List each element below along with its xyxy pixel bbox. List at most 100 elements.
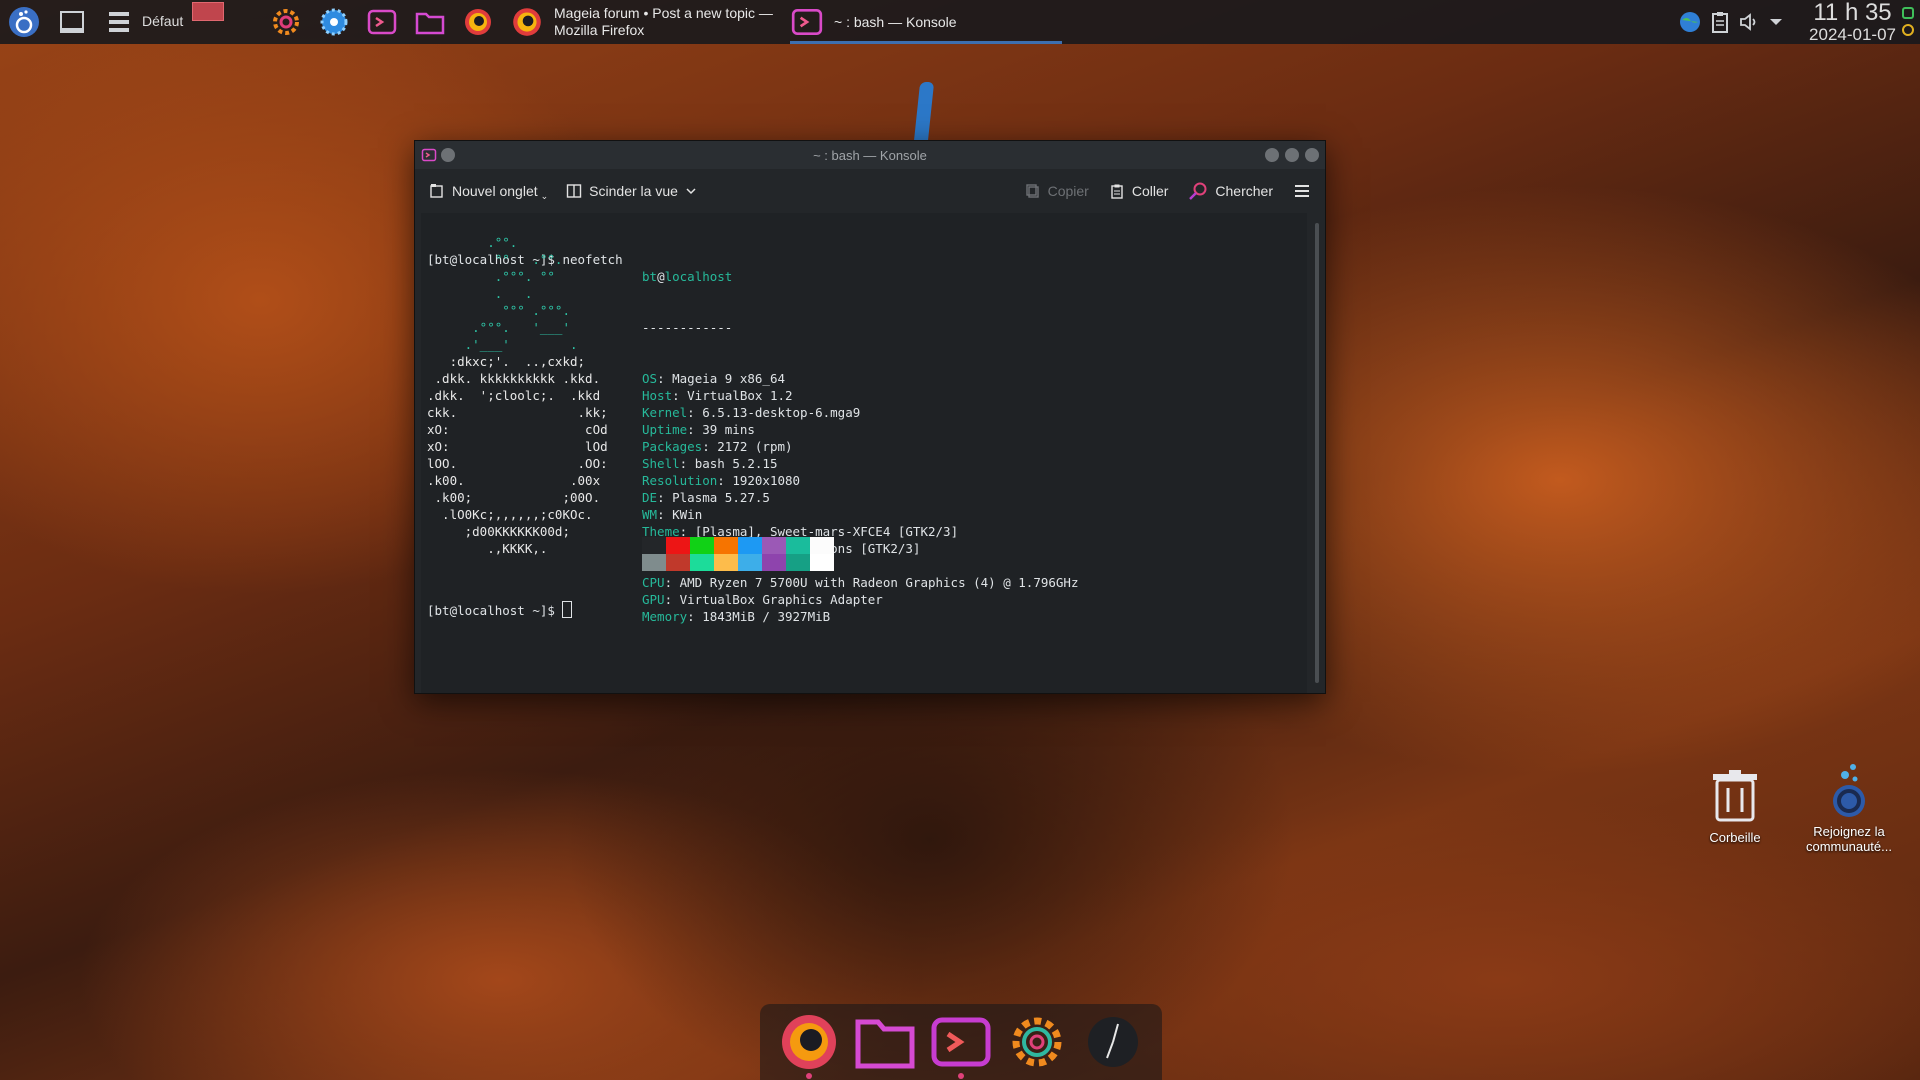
firefox-icon — [465, 9, 491, 35]
color-swatch — [666, 537, 690, 571]
paste-button[interactable]: Coller — [1109, 183, 1168, 199]
show-desktop-icon — [60, 11, 84, 33]
new-tab-menu-arrow-icon: ⌄ — [540, 190, 549, 201]
color-swatch-bright — [666, 554, 690, 571]
color-swatch-normal — [690, 537, 714, 554]
search-button[interactable]: Chercher — [1188, 181, 1273, 201]
neofetch-user-host: bt@localhost — [642, 269, 733, 284]
copy-label: Copier — [1047, 183, 1089, 199]
color-swatch-normal — [786, 537, 810, 554]
network-globe-icon — [1680, 12, 1700, 32]
color-swatch-normal — [666, 537, 690, 554]
color-swatch — [810, 537, 834, 571]
tray-volume[interactable] — [1738, 10, 1762, 34]
activities-icon — [109, 12, 129, 32]
minimize-button[interactable] — [1265, 148, 1279, 162]
ascii-art-line: .lO0Kc;,,,,,,;c0KOc. — [427, 507, 623, 522]
color-swatch-bright — [738, 554, 762, 571]
split-view-button[interactable]: Scinder la vue — [566, 183, 697, 199]
clipboard-icon — [1712, 12, 1728, 33]
neofetch-user: bt — [642, 269, 658, 284]
paste-clipboard-icon — [1111, 184, 1123, 199]
terminal-view[interactable]: [bt@localhost ~]$ neofetch .°°. °° .°°. … — [421, 213, 1307, 693]
ascii-art-line: :dkxc;'. ..,cxkd; — [427, 354, 623, 369]
neofetch-info-key: Packages — [642, 439, 703, 454]
color-swatch — [738, 537, 762, 571]
neofetch-info-row: Uptime: 39 mins — [642, 421, 1079, 438]
window-titlebar[interactable]: ~ : bash — Konsole — [415, 141, 1325, 169]
firefox-icon — [782, 1015, 836, 1069]
ascii-art-line: .k00. .00x — [427, 473, 623, 488]
activity-switcher-button[interactable] — [106, 8, 132, 36]
color-swatch-bright — [642, 554, 666, 571]
ascii-art-line: .°°°. °° — [427, 269, 623, 284]
new-tab-label: Nouvel onglet — [452, 183, 538, 199]
neofetch-info-key: Kernel — [642, 405, 688, 420]
pinned-discover[interactable] — [318, 6, 350, 38]
konsole-icon — [367, 9, 397, 35]
mageia-launcher-icon — [9, 7, 39, 37]
neofetch-info-key: OS — [642, 371, 658, 386]
ascii-art-line: °°° .°°°. — [427, 303, 623, 318]
ascii-art-line: .,KKKK,. — [427, 541, 623, 556]
pinned-konsole[interactable] — [366, 6, 398, 38]
neofetch-info-key: Host — [642, 388, 673, 403]
pinned-dolphin[interactable] — [414, 6, 446, 38]
application-launcher-button[interactable] — [8, 6, 40, 38]
neofetch-info-value: : 39 mins — [687, 422, 755, 437]
pinned-firefox[interactable] — [462, 6, 494, 38]
neofetch-info-row: Shell: bash 5.2.15 — [642, 455, 1079, 472]
ascii-art-line: ;d00KKKKKK00d; — [427, 524, 623, 539]
new-tab-button[interactable]: Nouvel onglet ⌄ — [429, 181, 548, 202]
update-notifier-icon — [1902, 7, 1914, 36]
task-firefox-title: Mageia forum • Post a new topic — Mozill… — [554, 5, 773, 39]
desktop-icon-community-label-line2: communauté... — [1806, 839, 1892, 854]
dock-running-indicator — [958, 1073, 964, 1079]
trash-icon — [1713, 770, 1757, 822]
task-firefox[interactable]: Mageia forum • Post a new topic — Mozill… — [510, 0, 780, 44]
neofetch-info-value: : VirtualBox 1.2 — [672, 388, 793, 403]
color-swatch — [642, 537, 666, 571]
desktop-icon-trash[interactable]: Corbeille — [1680, 766, 1790, 845]
desktop-icon-community[interactable]: Rejoignez la communauté... — [1794, 760, 1904, 854]
color-swatch-normal — [642, 537, 666, 554]
color-swatch-normal — [810, 537, 834, 554]
neofetch-info-value: : 1843MiB / 3927MiB — [687, 609, 831, 624]
neofetch-info-row: Host: VirtualBox 1.2 — [642, 387, 1079, 404]
ascii-art-line: .°°. — [427, 235, 623, 250]
settings-gear-orange-icon — [273, 9, 299, 35]
maximize-button[interactable] — [1285, 148, 1299, 162]
terminal-scrollbar[interactable] — [1315, 223, 1319, 683]
dock-settings[interactable] — [1006, 1011, 1068, 1073]
clock-icon — [1088, 1017, 1138, 1067]
tray-updates[interactable] — [1900, 4, 1916, 40]
neofetch-info-key: Uptime — [642, 422, 688, 437]
tray-network[interactable] — [1678, 10, 1702, 34]
neofetch-ascii-logo: .°°. °° .°°. .°°°. °° . . °°° .°°°. .°°°… — [427, 234, 623, 557]
dock-clock[interactable] — [1082, 1011, 1144, 1073]
konsole-window: ~ : bash — Konsole Nouvel onglet ⌄ Scind… — [414, 140, 1326, 694]
neofetch-info-value: : 2172 (rpm) — [702, 439, 793, 454]
tray-expander[interactable] — [1768, 12, 1784, 32]
show-desktop-button[interactable] — [58, 8, 86, 36]
color-swatch-bright — [786, 554, 810, 571]
neofetch-info-row: Kernel: 6.5.13-desktop-6.mga9 — [642, 404, 1079, 421]
tray-clipboard[interactable] — [1710, 10, 1730, 34]
digital-clock[interactable]: 11 h 35 2024-01-07 — [1809, 0, 1896, 44]
dock-konsole[interactable] — [930, 1011, 992, 1079]
task-konsole-title: ~ : bash — Konsole — [834, 14, 957, 30]
pager-desktop-thumbnail[interactable] — [192, 2, 224, 21]
activity-name-label: Défaut — [142, 13, 184, 29]
neofetch-info-key: WM — [642, 507, 658, 522]
dock-firefox[interactable] — [778, 1011, 840, 1079]
dock-file-manager[interactable] — [854, 1011, 916, 1073]
pinned-system-settings[interactable] — [270, 6, 302, 38]
close-button[interactable] — [1305, 148, 1319, 162]
volume-icon — [1740, 13, 1756, 31]
copy-button[interactable]: Copier — [1025, 183, 1089, 199]
neofetch-info-row: Resolution: 1920x1080 — [642, 472, 1079, 489]
neofetch-info-lines: OS: Mageia 9 x86_64 Host: VirtualBox 1.2 K… — [642, 370, 1079, 625]
hamburger-menu-icon — [1295, 185, 1309, 197]
task-konsole[interactable]: ~ : bash — Konsole — [790, 0, 1060, 44]
hamburger-menu-button[interactable] — [1293, 183, 1311, 199]
